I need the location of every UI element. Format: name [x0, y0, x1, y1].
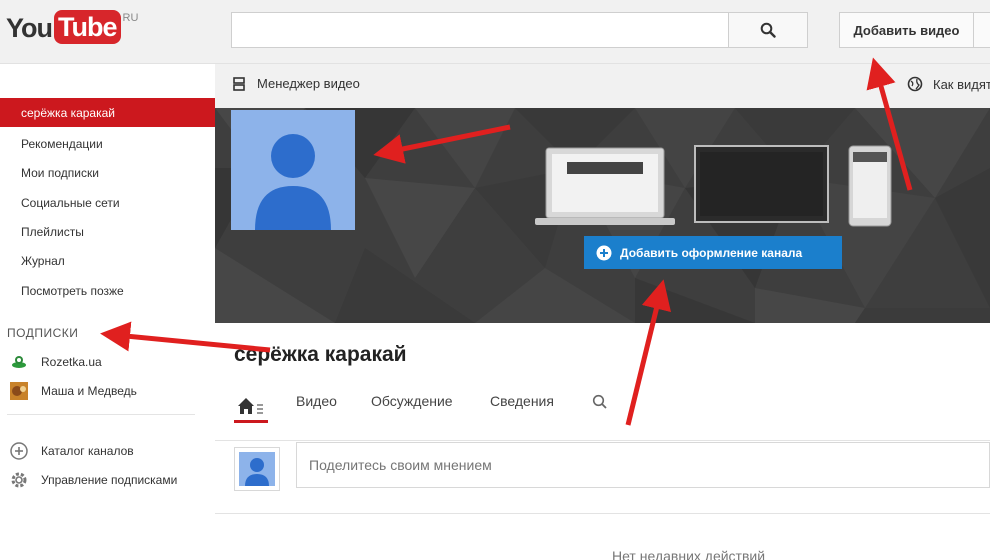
search-button[interactable]: [728, 12, 808, 48]
main-content: Менеджер видео Как видят Добавить оформл…: [215, 64, 990, 560]
laptop-icon: [535, 147, 675, 225]
sidebar-item-channel[interactable]: серёжка каракай: [0, 98, 215, 127]
channel-avatar[interactable]: [231, 110, 355, 230]
user-avatar-icon: [239, 452, 275, 486]
sidebar-item-watch-later[interactable]: Посмотреть позже: [0, 276, 215, 305]
tab-home[interactable]: [234, 393, 268, 423]
logo-you-text: You: [6, 13, 53, 43]
sidebar-item-channel-catalog[interactable]: Каталог каналов: [0, 436, 215, 465]
video-manager-label: Менеджер видео: [257, 76, 360, 91]
globe-icon: [907, 76, 923, 92]
tab-videos[interactable]: Видео: [296, 393, 337, 423]
sidebar-item-label: Каталог каналов: [41, 443, 134, 458]
rozetka-icon: [10, 353, 28, 371]
search-icon: [592, 394, 607, 409]
sidebar-item-manage-subscriptions[interactable]: Управление подписками: [0, 465, 215, 494]
sidebar: серёжка каракай Рекомендации Мои подписк…: [0, 64, 215, 560]
sidebar-item-label: Управление подписками: [41, 472, 178, 487]
channel-area: серёжка каракай Видео Обсуждение Сведени…: [215, 323, 990, 560]
add-channel-art-button[interactable]: Добавить оформление канала: [584, 236, 842, 269]
search-icon: [760, 22, 776, 38]
tab-discussion[interactable]: Обсуждение: [371, 393, 453, 423]
logo-tube-text: Tube: [54, 10, 121, 44]
channel-title: серёжка каракай: [234, 343, 407, 366]
plus-circle-icon: [10, 441, 28, 460]
view-as-link[interactable]: Как видят: [907, 76, 990, 92]
monitor-icon: [694, 145, 829, 223]
view-as-label: Как видят: [933, 76, 990, 92]
sidebar-item-subscriptions[interactable]: Мои подписки: [0, 158, 215, 187]
video-manager-icon: [233, 76, 245, 91]
header: You Tube RU Добавить видео: [0, 0, 990, 64]
search-input[interactable]: [231, 12, 729, 48]
sidebar-divider: [7, 414, 195, 415]
tab-search[interactable]: [592, 394, 608, 424]
video-manager-bar: Менеджер видео Как видят: [215, 64, 990, 108]
sidebar-item-recommendations[interactable]: Рекомендации: [0, 129, 215, 158]
sidebar-item-history[interactable]: Журнал: [0, 246, 215, 275]
header-extra-control[interactable]: [974, 12, 990, 48]
subscription-item-masha[interactable]: Маша и Медведь: [0, 376, 215, 405]
subscription-label: Rozetka.ua: [41, 354, 102, 369]
upload-video-button[interactable]: Добавить видео: [839, 12, 974, 48]
subscription-item-rozetka[interactable]: Rozetka.ua: [0, 347, 215, 376]
post-avatar: [234, 447, 280, 491]
subscriptions-heading: ПОДПИСКИ: [7, 326, 79, 340]
masha-icon: [10, 381, 28, 400]
logo-region: RU: [122, 12, 139, 24]
subscription-label: Маша и Медведь: [41, 383, 137, 398]
no-activity-text: Нет недавних действий: [612, 548, 766, 560]
add-channel-art-label: Добавить оформление канала: [620, 245, 803, 260]
plus-circle-icon: [596, 245, 612, 261]
channel-banner: Добавить оформление канала: [215, 108, 990, 323]
content-divider: [215, 513, 990, 514]
tabs-divider: [215, 440, 990, 441]
sidebar-item-playlists[interactable]: Плейлисты: [0, 217, 215, 246]
post-input[interactable]: [296, 442, 990, 488]
home-icon: [238, 398, 263, 414]
phone-icon: [848, 145, 892, 227]
gear-icon: [10, 471, 28, 489]
user-silhouette-icon: [255, 134, 331, 230]
tab-about[interactable]: Сведения: [490, 393, 554, 423]
youtube-logo[interactable]: You Tube RU: [6, 10, 138, 46]
sidebar-item-social[interactable]: Социальные сети: [0, 188, 215, 217]
video-manager-link[interactable]: Менеджер видео: [233, 76, 360, 91]
